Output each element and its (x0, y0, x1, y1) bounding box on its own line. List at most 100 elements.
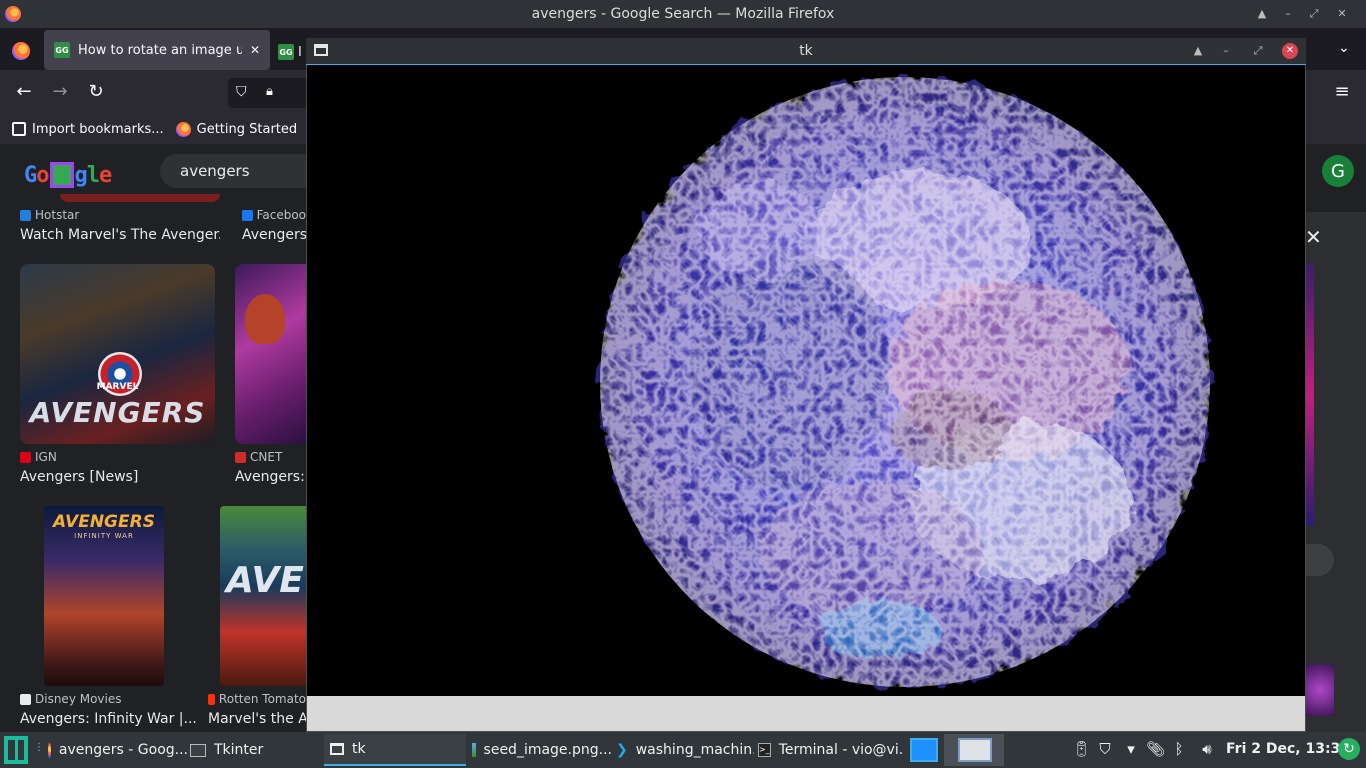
firefox-icon (5, 6, 21, 22)
list-tabs-icon[interactable]: ⌄ (1338, 40, 1350, 56)
related-image[interactable] (1306, 664, 1334, 716)
thumb-title: AVENGERS (29, 396, 206, 429)
tab-active[interactable]: GG How to rotate an image us ✕ (44, 30, 270, 70)
result-source: Faceboo (242, 208, 306, 222)
tab-close-icon[interactable]: ✕ (250, 43, 260, 57)
keep-above-icon[interactable]: ▲ (1254, 6, 1270, 22)
result-caption[interactable]: Avengers: Infinity War |... (20, 711, 206, 727)
update-notifier-icon[interactable]: ↻ (1338, 738, 1360, 760)
thumb-title: AVENGERS (53, 512, 155, 532)
task-firefox[interactable]: avengers - Goog... (42, 734, 188, 766)
desktop-pager-icon[interactable] (910, 738, 938, 762)
seed-image (600, 77, 1210, 687)
clipboard-icon[interactable]: 📎︎ (1146, 740, 1165, 758)
image-preview-panel (1306, 212, 1366, 732)
result-source: Rotten Tomato (208, 692, 306, 706)
volume-icon[interactable]: 🔊︎ (1198, 740, 1216, 758)
bookmark-import[interactable]: Import bookmarks... (12, 122, 164, 137)
logo-letter: l (86, 162, 100, 188)
task-vscode[interactable]: ❯ washing_machin... (610, 734, 754, 766)
google-doodle-logo[interactable]: G o g l e (24, 160, 116, 190)
source-name: Hotstar (35, 208, 80, 222)
tk-titlebar[interactable]: tk (306, 38, 1306, 65)
result-thumbnail[interactable]: MARVEL AVENGERS (20, 264, 215, 444)
minimize-icon[interactable]: – (1280, 6, 1296, 22)
pager-active-desktop[interactable] (944, 734, 1004, 766)
maximize-icon[interactable]: ⤢ (1306, 6, 1322, 22)
back-icon[interactable]: ← (14, 82, 34, 102)
lock-icon[interactable]: 🔒︎ (266, 84, 273, 99)
search-query: avengers (180, 162, 250, 180)
url-bar[interactable]: ⛉ 🔒︎ (228, 78, 318, 108)
close-icon[interactable]: ✕ (1305, 227, 1323, 247)
result-thumbnail[interactable] (235, 264, 306, 444)
menu-icon[interactable]: ≡ (1332, 82, 1352, 102)
security-shield-icon[interactable]: ⛉ (1096, 740, 1114, 758)
window-icon[interactable] (314, 44, 328, 56)
bookmark-getting-started[interactable]: Getting Started (175, 121, 298, 137)
task-tk[interactable]: tk (324, 734, 466, 766)
task-terminal[interactable]: >_ Terminal - vio@vi... (752, 734, 904, 766)
preview-image[interactable] (1306, 264, 1314, 526)
facebook-icon (242, 209, 253, 221)
bookmark-label: Import bookmarks... (32, 121, 164, 137)
result-caption[interactable]: Avengers (242, 227, 306, 243)
firefox-view-icon[interactable] (12, 42, 30, 60)
tk-window-title: tk (799, 43, 813, 59)
result-source: Hotstar (20, 208, 79, 222)
maximize-icon[interactable]: ⤢ (1250, 43, 1266, 59)
doodle-character-icon (49, 162, 74, 188)
import-icon (12, 122, 26, 136)
keep-above-icon[interactable]: ▲ (1190, 43, 1206, 59)
task-tkinter[interactable]: Tkinter (184, 734, 324, 766)
task-image-viewer[interactable]: seed_image.png... (466, 734, 612, 766)
result-source: CNET (235, 450, 282, 464)
result-thumbnail[interactable]: AVE (220, 506, 306, 686)
bluetooth-icon[interactable]: ᛒ (1170, 740, 1188, 758)
tab-title: How to rotate an image us (78, 42, 242, 58)
result-thumbnail[interactable]: AVENGERS INFINITY WAR (44, 506, 164, 686)
source-name: Faceboo (256, 208, 306, 222)
result-source: Disney Movies (20, 692, 122, 706)
task-label: Terminal - vio@vi... (778, 742, 904, 758)
firefox-icon (175, 121, 191, 137)
task-label: Tkinter (214, 742, 264, 758)
vscode-icon: ❯ (616, 742, 628, 758)
tab-second[interactable]: GG I (278, 42, 306, 62)
logo-letter: o (36, 162, 49, 188)
minimize-icon[interactable]: – (1218, 43, 1234, 59)
close-icon[interactable]: ✕ (1282, 43, 1298, 59)
rotten-tomatoes-icon (208, 693, 215, 705)
source-name: IGN (35, 450, 57, 464)
character-image (245, 294, 285, 344)
manjaro-menu-icon[interactable] (4, 736, 28, 764)
result-caption[interactable]: Avengers [News] (20, 469, 220, 485)
source-name: Disney Movies (35, 692, 122, 706)
result-caption[interactable]: Watch Marvel's The Avenger... (20, 227, 220, 243)
nebula-speckles (600, 77, 1210, 687)
reload-icon[interactable]: ↻ (86, 82, 106, 102)
shield-icon[interactable]: ⛉ (236, 84, 247, 100)
source-name: CNET (250, 450, 283, 464)
result-caption[interactable]: Avengers: (235, 469, 306, 485)
result-caption[interactable]: Marvel's the Av (208, 711, 306, 727)
clock[interactable]: Fri 2 Dec, 13:38 (1226, 741, 1350, 757)
image-viewer-icon (472, 743, 476, 757)
tk-footer-bar (307, 696, 1305, 731)
result-thumbnail[interactable] (60, 194, 220, 202)
thumb-title: AVE (226, 560, 304, 601)
window-title: avengers - Google Search — Mozilla Firef… (531, 6, 835, 22)
task-label: avengers - Goog... (58, 742, 188, 758)
avatar[interactable]: G (1322, 155, 1354, 187)
source-name: Rotten Tomato (218, 692, 306, 706)
disney-icon (20, 693, 31, 705)
tab-title: I (298, 44, 302, 60)
bookmark-label: Getting Started (196, 121, 298, 137)
wifi-icon[interactable]: ▾ (1122, 740, 1140, 758)
battery-charging-icon[interactable]: 🔋︎ (1072, 740, 1091, 758)
folder-icon (190, 743, 206, 757)
close-icon[interactable]: ✕ (1334, 6, 1350, 22)
avatar-letter: G (1331, 160, 1345, 182)
forward-icon[interactable]: → (50, 82, 70, 102)
firefox-icon (48, 742, 51, 758)
